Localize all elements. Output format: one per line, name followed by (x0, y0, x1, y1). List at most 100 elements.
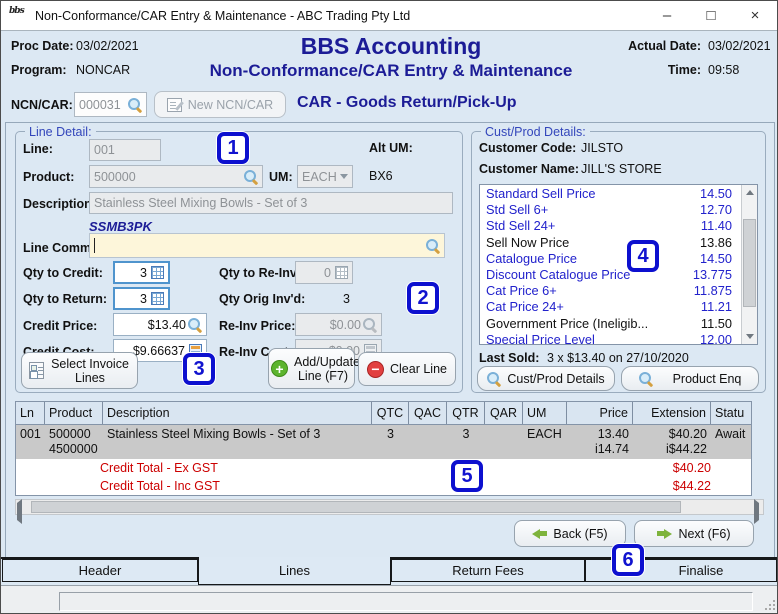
col-qtc[interactable]: QTC (372, 402, 409, 424)
qty-return-input[interactable]: 3 (113, 287, 170, 310)
back-label: Back (F5) (553, 526, 608, 541)
price-list-item[interactable]: Government Price (Ineligib... 11.50 (480, 315, 742, 331)
line-detail-legend: Line Detail: (25, 125, 96, 139)
qty-orig-value: 3 (343, 292, 350, 306)
cust-prod-legend: Cust/Prod Details: (481, 125, 590, 139)
product-enq-button[interactable]: Product Enq (621, 366, 759, 391)
new-document-icon (166, 97, 182, 112)
close-button[interactable]: × (733, 1, 777, 30)
alt-um-label: Alt UM: (369, 141, 413, 155)
cell-product: 500000 4500000 (49, 427, 98, 456)
back-button[interactable]: Back (F5) (514, 520, 626, 547)
table-row[interactable]: 001 500000 4500000 Stainless Steel Mixin… (16, 425, 751, 459)
col-extension[interactable]: Extension (633, 402, 711, 424)
price-list-scrollbar[interactable] (741, 185, 757, 344)
grid-lookup-icon[interactable] (151, 266, 164, 279)
credit-price-label: Credit Price: (23, 319, 98, 333)
annotation-2: 2 (407, 282, 439, 314)
col-description[interactable]: Description (103, 402, 372, 424)
text-cursor (94, 238, 95, 253)
product-search-icon[interactable] (244, 169, 258, 184)
customer-name-label: Customer Name: (479, 162, 580, 176)
col-um[interactable]: UM (523, 402, 567, 424)
cust-prod-details-button[interactable]: Cust/Prod Details (477, 366, 615, 391)
price-list-item[interactable]: Cat Price 24+ 11.21 (480, 298, 742, 314)
table-header-row: Ln Product Description QTC QAC QTR QAR U… (16, 402, 751, 425)
price-listbox[interactable]: Standard Sell Price 14.50 Std Sell 6+ 12.7… (479, 184, 758, 345)
col-qtr[interactable]: QTR (447, 402, 485, 424)
add-update-line-button[interactable]: + Add/Update Line (F7) (268, 348, 360, 389)
qty-credit-input[interactable]: 3 (113, 261, 170, 284)
product-input[interactable]: 500000 (89, 165, 263, 188)
col-product[interactable]: Product (45, 402, 103, 424)
cell-qar (485, 425, 523, 459)
product-label: Product: (23, 170, 75, 184)
search-icon[interactable] (128, 97, 142, 112)
line-value: 001 (94, 143, 115, 157)
back-arrow-icon (532, 528, 548, 539)
tab-header[interactable]: Header (2, 559, 198, 582)
scroll-left-icon[interactable] (17, 499, 22, 524)
price-list-item[interactable]: Cat Price 6+ 11.875 (480, 282, 742, 298)
price-list-item[interactable]: Std Sell 6+ 12.70 (480, 201, 742, 217)
table-h-scrollbar[interactable] (15, 499, 764, 524)
col-price[interactable]: Price (567, 402, 633, 424)
price-list-item-partial[interactable]: Special Price Level 12.00 (480, 331, 742, 344)
cell-qac (409, 425, 447, 459)
proc-date-label: Proc Date: (11, 39, 74, 53)
ncn-car-input[interactable]: 000031 (74, 92, 147, 117)
price-search-icon[interactable] (188, 317, 202, 332)
line-label: Line: (23, 142, 53, 156)
col-ln[interactable]: Ln (16, 402, 45, 424)
description-value: Stainless Steel Mixing Bowls - Set of 3 (94, 196, 308, 210)
tab-return-fees[interactable]: Return Fees (391, 559, 585, 582)
resize-grip[interactable] (764, 599, 776, 611)
price-list-item[interactable]: Standard Sell Price 14.50 (480, 185, 742, 201)
last-sold-label: Last Sold: (479, 351, 540, 365)
um-select[interactable]: EACH (297, 165, 353, 188)
price-list-item[interactable]: Std Sell 24+ 11.40 (480, 217, 742, 233)
grid-lookup-icon[interactable] (151, 292, 164, 305)
scrollbar-thumb[interactable] (743, 219, 756, 307)
minimize-button[interactable]: – (645, 1, 689, 30)
price-list-item[interactable]: Catalogue Price 14.50 (480, 250, 742, 266)
price-search-icon-disabled (363, 317, 377, 332)
status-field (59, 592, 753, 611)
scroll-right-icon[interactable] (754, 499, 759, 524)
col-qar[interactable]: QAR (485, 402, 523, 424)
scroll-up-icon[interactable] (742, 185, 757, 200)
clear-line-button[interactable]: − Clear Line (358, 352, 456, 386)
new-ncn-car-button[interactable]: New NCN/CAR (154, 91, 286, 118)
select-invoice-lines-button[interactable]: Select Invoice Lines (21, 352, 138, 389)
line-comm-search-icon[interactable] (426, 238, 440, 253)
h-scrollbar-thumb[interactable] (31, 501, 681, 513)
maximize-button[interactable]: □ (689, 1, 733, 30)
program-value: NONCAR (76, 63, 131, 77)
total-inc-gst-value: $44.22 (672, 479, 711, 493)
col-status[interactable]: Statu (711, 402, 751, 424)
actual-date-label: Actual Date: (628, 39, 701, 53)
line-comm-input[interactable] (89, 233, 445, 258)
cell-um: EACH (527, 427, 562, 441)
reinv-price-input[interactable]: $0.00 (295, 313, 382, 336)
scroll-down-icon[interactable] (742, 329, 757, 344)
grid-lookup-icon-disabled (335, 266, 348, 279)
credit-price-input[interactable]: $13.40 (113, 313, 207, 336)
price-list-item[interactable]: Discount Catalogue Price 13.775 (480, 266, 742, 282)
line-input[interactable]: 001 (89, 139, 161, 161)
product-enq-search-icon (638, 371, 653, 386)
qty-reinv-input[interactable]: 0 (295, 261, 353, 284)
tab-lines[interactable]: Lines (198, 557, 391, 585)
um-label: UM: (269, 170, 293, 184)
status-bar (1, 585, 777, 613)
credit-cost-value: $9.66637 (132, 343, 185, 358)
title-bar: bbs Non-Conformance/CAR Entry & Maintena… (1, 1, 777, 31)
annotation-4: 4 (627, 240, 659, 272)
next-button[interactable]: Next (F6) (634, 520, 754, 547)
price-list-item[interactable]: Sell Now Price 13.86 (480, 234, 742, 250)
cell-ln: 001 (20, 427, 41, 441)
col-qac[interactable]: QAC (409, 402, 447, 424)
customer-code-value: JILSTO (581, 141, 624, 155)
time-label: Time: (667, 63, 701, 77)
description-input[interactable]: Stainless Steel Mixing Bowls - Set of 3 (89, 192, 453, 214)
